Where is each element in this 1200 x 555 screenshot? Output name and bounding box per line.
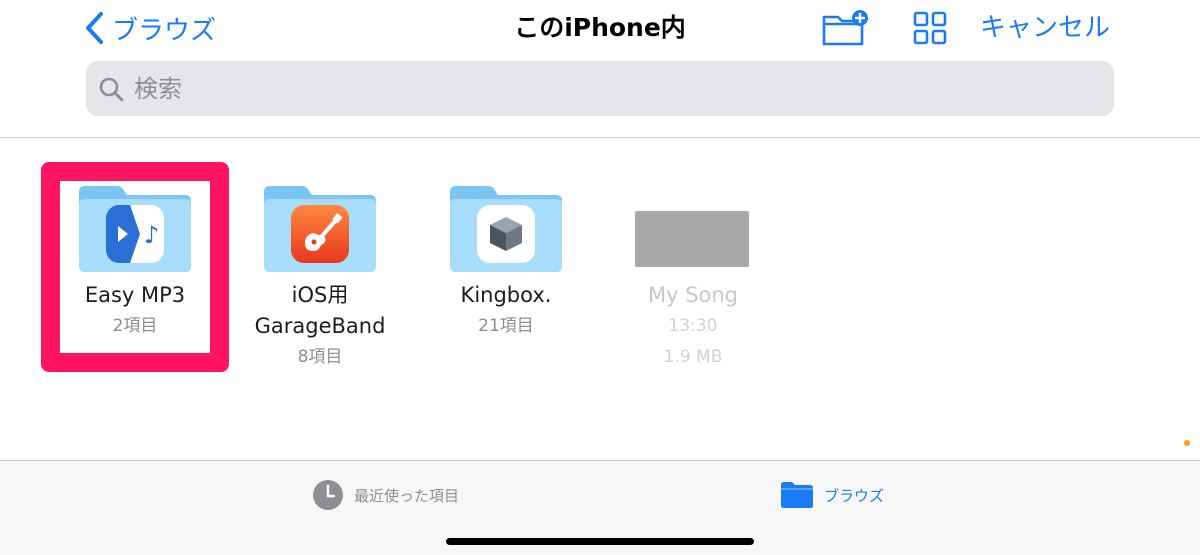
grid-icon xyxy=(913,11,947,45)
item-count: 21項目 xyxy=(478,316,534,336)
folder-item-garageband[interactable]: iOS用 GarageBand 8項目 xyxy=(230,178,410,373)
page-title: このiPhone内 xyxy=(514,13,686,42)
guitar-icon xyxy=(291,205,349,263)
folder-icon xyxy=(781,482,813,508)
search-icon xyxy=(96,74,126,104)
file-grid: ♪ Easy MP3 2項目 iOS用 GarageBand 8項目 Kingb… xyxy=(0,138,1200,460)
tab-recents[interactable]: 最近使った項目 xyxy=(312,479,459,511)
file-item-my-song[interactable]: My Song 13:30 1.9 MB xyxy=(603,178,783,373)
item-name: My Song xyxy=(647,283,739,307)
folder-icon xyxy=(262,178,378,274)
item-size: 1.9 MB xyxy=(663,347,723,367)
home-indicator xyxy=(446,538,754,545)
item-name: iOS用 xyxy=(291,283,349,307)
box-icon xyxy=(477,205,535,263)
folder-icon xyxy=(448,178,564,274)
tab-browse-label: ブラウズ xyxy=(824,486,885,505)
new-folder-button[interactable] xyxy=(820,8,872,48)
back-button-label: ブラウズ xyxy=(112,15,217,46)
new-folder-icon xyxy=(822,10,868,46)
search-bar[interactable] xyxy=(86,61,1114,116)
back-button[interactable]: ブラウズ xyxy=(84,8,216,48)
tab-browse[interactable]: ブラウズ xyxy=(780,479,884,511)
status-dot xyxy=(1184,440,1190,446)
chevron-left-icon xyxy=(86,12,103,44)
cancel-button[interactable]: キャンセル xyxy=(980,8,1120,48)
clock-icon xyxy=(313,480,343,510)
grid-view-button[interactable] xyxy=(910,8,950,48)
folder-item-kingbox[interactable]: Kingbox. 21項目 xyxy=(416,178,596,342)
navigation-bar: ブラウズ このiPhone内 キャンセル xyxy=(0,0,1200,60)
tab-bar: 最近使った項目 ブラウズ xyxy=(0,460,1200,555)
search-input[interactable] xyxy=(132,67,1036,110)
tab-recents-label: 最近使った項目 xyxy=(354,486,460,505)
item-time: 13:30 xyxy=(668,316,718,336)
item-count: 8項目 xyxy=(297,347,343,367)
selection-highlight xyxy=(41,162,229,372)
song-thumbnail xyxy=(635,178,751,274)
item-name-line2: GarageBand xyxy=(254,314,386,338)
item-name: Kingbox. xyxy=(460,283,552,307)
